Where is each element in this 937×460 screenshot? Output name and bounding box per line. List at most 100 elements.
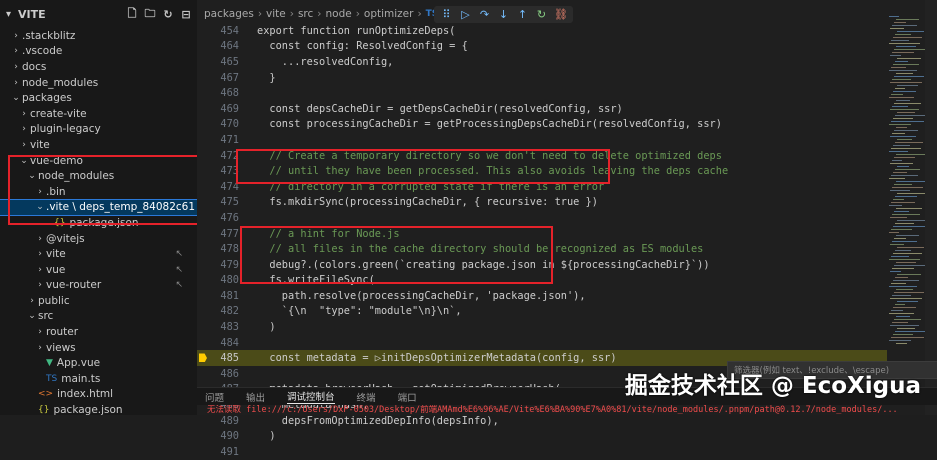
- minimap-line: [896, 46, 916, 47]
- code-line[interactable]: 469 const depsCacheDir = getDepsCacheDir…: [197, 101, 887, 117]
- breadcrumb-item[interactable]: packages: [204, 8, 254, 20]
- step-into-icon[interactable]: ↓: [497, 8, 510, 21]
- code-line[interactable]: 484: [197, 335, 887, 351]
- collapse-all-icon[interactable]: ⊟: [179, 7, 193, 21]
- code-line[interactable]: 479 debug?.(colors.green(`creating packa…: [197, 257, 887, 273]
- panel-tab[interactable]: 端口: [398, 390, 417, 404]
- panel-tab[interactable]: 调试控制台: [287, 389, 335, 404]
- panel-tab[interactable]: 输出: [246, 390, 265, 404]
- minimap-line: [890, 298, 922, 299]
- minimap-line: [894, 211, 909, 212]
- tree-item[interactable]: ▼ App.vue: [0, 355, 197, 371]
- ts-file-icon: TS: [46, 373, 58, 384]
- tree-item[interactable]: <> index.html: [0, 387, 197, 403]
- breadcrumb-item[interactable]: optimizer: [364, 8, 414, 20]
- minimap-line: [895, 115, 926, 116]
- explorer-panel: ▾ VITE 🗋 🗀 ↻ ⊟ › .stackblitz › .vscode › docs…: [0, 0, 197, 415]
- chevron-right-icon: ›: [38, 342, 42, 353]
- minimap[interactable]: [889, 16, 930, 361]
- refresh-icon[interactable]: ↻: [161, 7, 175, 21]
- tree-item[interactable]: ⌄ vue-demo: [0, 153, 197, 169]
- minimap-line: [896, 208, 922, 209]
- minimap-line: [897, 247, 924, 248]
- tree-item[interactable]: › .bin: [0, 184, 197, 200]
- minimap-line: [889, 124, 911, 125]
- tree-item[interactable]: › router: [0, 324, 197, 340]
- code-line[interactable]: 481 path.resolve(processingCacheDir, 'pa…: [197, 288, 887, 304]
- panel-tab[interactable]: 问题: [205, 390, 224, 404]
- tree-item[interactable]: › plugin-legacy: [0, 122, 197, 138]
- code-line[interactable]: 464 const config: ResolvedConfig = {: [197, 39, 887, 55]
- code-line[interactable]: 472 // Create a temporary directory so w…: [197, 148, 887, 164]
- minimap-line: [889, 151, 908, 152]
- minimap-line: [893, 118, 913, 119]
- tree-item[interactable]: ⌄ node_modules: [0, 168, 197, 184]
- vertical-scrollbar[interactable]: [925, 0, 937, 415]
- code-line[interactable]: 490 ): [197, 428, 887, 444]
- new-folder-icon[interactable]: 🗀: [143, 7, 157, 21]
- tree-item-label: package.json: [53, 404, 123, 415]
- disconnect-icon[interactable]: ⛓: [554, 8, 568, 21]
- tree-item[interactable]: › vue ↖: [0, 262, 197, 278]
- minimap-line: [894, 184, 912, 185]
- code-line[interactable]: 480 fs.writeFileSync(: [197, 273, 887, 289]
- breadcrumb-item[interactable]: vite: [266, 8, 286, 20]
- minimap-line: [891, 148, 921, 149]
- code-line[interactable]: 478 // all files in the cache directory …: [197, 241, 887, 257]
- tree-item[interactable]: ⌄ .vite \ deps_temp_84082c61: [0, 198, 197, 217]
- tree-item[interactable]: TS main.ts: [0, 371, 197, 387]
- minimap-line: [894, 22, 906, 23]
- code-line[interactable]: 474 // directory in a corrupted state if…: [197, 179, 887, 195]
- code-line[interactable]: 477 // a hint for Node.js: [197, 226, 887, 242]
- code-line[interactable]: 475 fs.mkdirSync(processingCacheDir, { r…: [197, 195, 887, 211]
- code-line[interactable]: 454 export function runOptimizeDeps(: [197, 23, 887, 39]
- file-tree: › .stackblitz › .vscode › docs › node_modules ⌄ p…: [0, 28, 197, 415]
- code-line[interactable]: 471: [197, 132, 887, 148]
- tree-item[interactable]: › node_modules: [0, 75, 197, 91]
- watermark-text: 掘金技术社区 @ EcoXigua: [624, 373, 921, 399]
- tree-item[interactable]: › .vscode: [0, 44, 197, 60]
- breadcrumb-item[interactable]: src: [298, 8, 313, 20]
- tree-item[interactable]: › create-vite: [0, 106, 197, 122]
- minimap-line: [896, 343, 907, 344]
- tree-item[interactable]: › .stackblitz: [0, 28, 197, 44]
- continue-icon[interactable]: ▷: [459, 8, 472, 21]
- new-file-icon[interactable]: 🗋: [125, 7, 139, 21]
- minimap-line: [896, 19, 919, 20]
- tree-item[interactable]: ⌄ packages: [0, 90, 197, 106]
- tree-item[interactable]: › @vitejs: [0, 231, 197, 247]
- breadcrumb-item[interactable]: node: [325, 8, 351, 20]
- step-out-icon[interactable]: ↑: [516, 8, 529, 21]
- code-line[interactable]: 467 }: [197, 70, 887, 86]
- current-line-arrow-icon: [199, 353, 207, 363]
- step-over-icon[interactable]: ↷: [478, 8, 491, 21]
- tree-item[interactable]: › public: [0, 293, 197, 309]
- restart-icon[interactable]: ↻: [535, 8, 548, 21]
- explorer-header[interactable]: ▾ VITE 🗋 🗀 ↻ ⊟: [0, 0, 197, 28]
- tree-item[interactable]: › vite ↖: [0, 246, 197, 262]
- code-line[interactable]: 483 ): [197, 319, 887, 335]
- tree-item[interactable]: › docs: [0, 59, 197, 75]
- tree-item[interactable]: ⌄ src: [0, 309, 197, 325]
- tree-item[interactable]: › vite: [0, 137, 197, 153]
- json-file-icon: {}: [54, 217, 66, 228]
- tree-item[interactable]: {} package.json: [0, 215, 197, 231]
- minimap-line: [896, 289, 913, 290]
- panel-tab[interactable]: 终端: [357, 390, 376, 404]
- code-line[interactable]: 473 // until they have been processed. T…: [197, 163, 887, 179]
- code-line[interactable]: 468: [197, 85, 887, 101]
- code-line[interactable]: 476: [197, 210, 887, 226]
- minimap-line: [896, 235, 919, 236]
- tree-item-label: .stackblitz: [22, 29, 76, 42]
- code-line[interactable]: 470 const processingCacheDir = getProces…: [197, 117, 887, 133]
- minimap-line: [890, 271, 901, 272]
- code-line[interactable]: 465 ...resolvedConfig,: [197, 54, 887, 70]
- code-line[interactable]: 491: [197, 444, 887, 460]
- minimap-line: [892, 295, 911, 296]
- drag-handle-icon[interactable]: ⠿: [440, 8, 453, 21]
- code-line[interactable]: 482 `{\n "type": "module"\n}\n`,: [197, 304, 887, 320]
- tree-item[interactable]: › views: [0, 340, 197, 356]
- code-line[interactable]: 489 depsFromOptimizedDepInfo(depsInfo),: [197, 413, 887, 429]
- tree-item[interactable]: › vue-router ↖: [0, 278, 197, 294]
- tree-item[interactable]: {} package.json: [0, 402, 197, 415]
